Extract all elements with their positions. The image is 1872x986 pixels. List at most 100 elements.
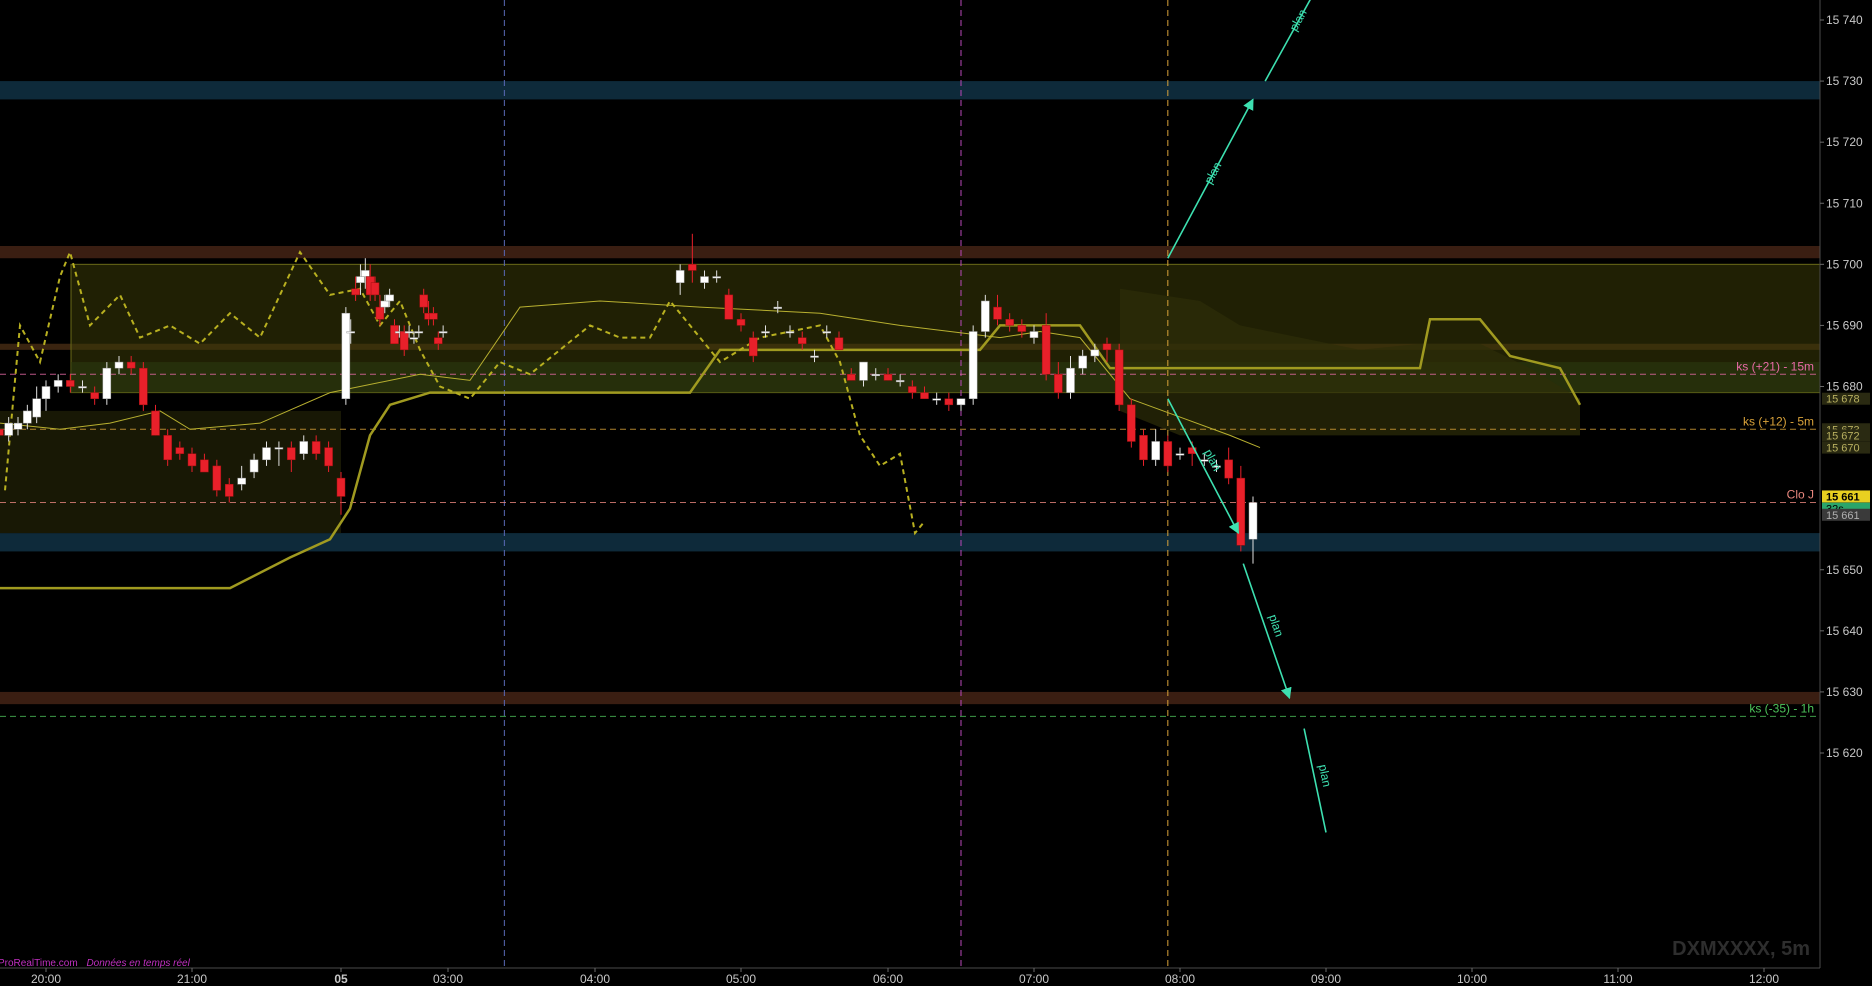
candle-body-80 (1029, 331, 1039, 338)
candle-body-70 (908, 386, 917, 393)
candle-body-23 (262, 447, 271, 461)
candle-body-0 (0, 429, 4, 436)
candle-body-92 (1175, 453, 1185, 456)
time-tick-label-9: 09:00 (1311, 972, 1341, 986)
candle-body-12 (126, 361, 136, 369)
candle-body-74 (956, 398, 966, 406)
time-tick-label-0: 20:00 (31, 972, 61, 986)
candle-body-5 (41, 386, 51, 399)
candle-body-13 (139, 367, 148, 406)
source-credit: ProRealTime.com Données en temps réel (0, 958, 191, 969)
candle-body-53 (700, 276, 709, 283)
candle-body-37 (375, 306, 385, 320)
candle-body-65 (847, 374, 856, 381)
time-tick-label-11: 11:00 (1603, 972, 1632, 986)
candle-body-34 (361, 270, 370, 277)
candle-body-52 (688, 264, 697, 271)
candle-body-46 (419, 294, 428, 308)
candle-body-36 (370, 282, 380, 296)
time-tick-label-1: 21:00 (177, 972, 207, 986)
price-tick-label-5: 15 690 (1826, 318, 1863, 332)
candle-body-45 (414, 331, 424, 334)
candle-body-30 (341, 312, 351, 399)
candle-body-3 (23, 410, 32, 424)
price-badge-text-4: 15 661 (1826, 491, 1860, 503)
candle-body-9 (90, 392, 99, 399)
candle-body-91 (1163, 441, 1173, 467)
candle-body-43 (404, 331, 414, 334)
candle-body-61 (798, 337, 807, 344)
candle-body-62 (810, 355, 819, 358)
level-label-3: ks (-35) - 1h (1749, 701, 1814, 715)
source-note: Données en temps réel (86, 958, 190, 969)
candle-body-20 (225, 483, 234, 497)
candle-body-77 (993, 306, 1002, 320)
candle-body-82 (1054, 374, 1063, 393)
candle-body-49 (434, 337, 443, 344)
price-tick-label-10: 15 620 (1826, 746, 1863, 760)
candle-body-73 (944, 398, 954, 406)
price-tick-label-2: 15 720 (1826, 135, 1863, 149)
price-tick-label-1: 15 730 (1826, 74, 1863, 88)
time-tick-label-12: 12:00 (1749, 972, 1779, 986)
time-axis-background (0, 968, 1872, 986)
candle-body-89 (1139, 435, 1148, 461)
source-name: ProRealTime.com (0, 958, 78, 969)
price-tick-label-9: 15 630 (1826, 685, 1863, 699)
zone-band-3 (0, 533, 1820, 552)
candle-body-8 (78, 386, 87, 389)
candle-body-54 (712, 276, 721, 279)
candle-body-84 (1078, 355, 1087, 369)
price-tick-label-4: 15 700 (1826, 257, 1863, 271)
candle-body-27 (311, 441, 321, 454)
time-tick-label-2: 05 (334, 972, 348, 986)
zone-band-4 (0, 691, 1820, 705)
candle-body-75 (968, 331, 978, 399)
time-tick-label-5: 05:00 (726, 972, 756, 986)
candle-body-76 (981, 300, 990, 332)
candle-body-44 (409, 337, 419, 340)
candle-body-71 (920, 392, 929, 399)
candle-body-18 (200, 459, 209, 473)
candle-body-2 (13, 422, 23, 430)
candle-body-64 (834, 337, 844, 351)
price-tick-label-6: 15 680 (1826, 380, 1863, 394)
candle-body-19 (212, 465, 222, 491)
candle-body-39 (385, 294, 394, 302)
zone-band-0 (0, 81, 1820, 100)
price-tick-label-0: 15 740 (1826, 13, 1863, 27)
candle-body-4 (32, 398, 41, 418)
candle-body-42 (399, 331, 409, 351)
candle-body-83 (1066, 367, 1075, 393)
candle-body-33 (356, 276, 365, 283)
candle-body-87 (1114, 349, 1124, 406)
candle-body-85 (1090, 349, 1100, 357)
candle-body-11 (114, 361, 124, 369)
candle-body-24 (274, 447, 284, 450)
time-tick-label-8: 08:00 (1165, 972, 1195, 986)
candle-body-6 (53, 380, 63, 387)
price-tick-label-3: 15 710 (1826, 196, 1863, 210)
time-tick-label-10: 10:00 (1457, 972, 1487, 986)
candle-body-55 (724, 294, 734, 320)
candle-body-22 (249, 459, 259, 473)
candle-body-81 (1041, 325, 1051, 375)
candle-body-63 (822, 331, 831, 334)
candle-body-31 (346, 331, 355, 334)
candle-body-96 (1224, 459, 1233, 479)
time-tick-label-4: 04:00 (580, 972, 610, 986)
candle-body-38 (380, 300, 390, 308)
candle-body-25 (287, 447, 296, 461)
symbol-watermark: DXMXXXX, 5m (1672, 938, 1810, 960)
time-tick-label-6: 06:00 (873, 972, 903, 986)
candle-body-72 (932, 398, 941, 401)
price-badge-text-0: 15 678 (1826, 394, 1860, 406)
price-badge-text-3: 15 670 (1826, 443, 1860, 455)
candle-body-59 (773, 306, 782, 309)
candle-body-58 (761, 331, 770, 334)
candle-body-88 (1127, 404, 1136, 442)
candle-body-79 (1017, 325, 1027, 332)
candle-body-21 (237, 477, 246, 485)
candle-body-50 (438, 331, 448, 334)
price-chart[interactable]: planplanplanplanplan 15 74015 73015 7201… (0, 0, 1872, 986)
